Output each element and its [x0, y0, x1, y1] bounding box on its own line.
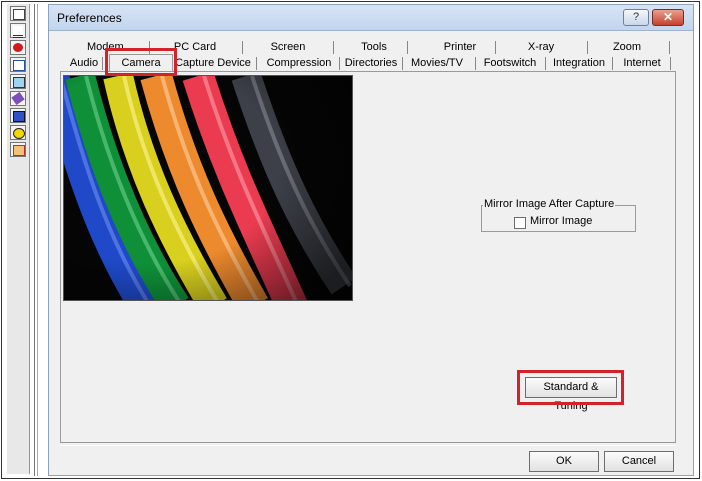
tab-divider: [587, 41, 588, 54]
divider: [34, 4, 35, 476]
tab-internet[interactable]: Internet: [619, 56, 665, 71]
document-icon[interactable]: [10, 57, 26, 72]
camera-preview-image: [63, 75, 353, 301]
tab-zoom[interactable]: Zoom: [600, 40, 654, 55]
tab-movies-tv[interactable]: Movies/TV: [405, 56, 469, 71]
tab-audio[interactable]: Audio: [69, 56, 99, 71]
chart-icon[interactable]: [10, 142, 26, 157]
highlight-standard-tuning: [517, 370, 624, 405]
mirror-image-checkbox[interactable]: [514, 217, 526, 229]
mirror-image-label: Mirror Image: [530, 215, 593, 227]
lips-icon[interactable]: [10, 40, 26, 55]
tab-divider: [475, 57, 476, 70]
radiation-icon[interactable]: [10, 125, 26, 140]
tab-divider: [339, 57, 340, 70]
tab-divider: [545, 57, 546, 70]
tab-divider: [102, 57, 103, 70]
dialog-title: Preferences: [57, 11, 122, 25]
tv-icon[interactable]: [10, 74, 26, 89]
tab-integration[interactable]: Integration: [551, 56, 607, 71]
eraser-icon[interactable]: [10, 91, 26, 106]
divider: [60, 445, 676, 446]
tab-x-ray[interactable]: X-ray: [512, 40, 570, 55]
tab-divider: [670, 57, 671, 70]
tab-divider: [495, 41, 496, 54]
monitor-icon[interactable]: [10, 108, 26, 123]
tab-compression[interactable]: Compression: [261, 56, 337, 71]
teeth-icon[interactable]: [10, 23, 26, 38]
help-button[interactable]: ?: [623, 9, 649, 26]
tab-printer[interactable]: Printer: [430, 40, 490, 55]
tab-screen[interactable]: Screen: [260, 40, 316, 55]
tab-footswitch[interactable]: Footswitch: [477, 56, 543, 71]
cancel-button[interactable]: Cancel: [604, 451, 674, 472]
highlight-camera-tab: [105, 48, 177, 76]
tab-directories[interactable]: Directories: [344, 56, 398, 71]
divider: [37, 4, 38, 476]
tab-divider: [256, 57, 257, 70]
tab-divider: [402, 57, 403, 70]
left-toolbar: [7, 4, 30, 474]
title-bar: Preferences ? ✕: [49, 5, 693, 31]
mail-icon[interactable]: [10, 6, 26, 21]
tab-capture-device[interactable]: Capture Device: [175, 56, 251, 71]
tab-divider: [407, 41, 408, 54]
preferences-dialog: Preferences ? ✕ Modem PC Card Screen Too…: [48, 4, 694, 476]
ok-button[interactable]: OK: [529, 451, 599, 472]
tab-divider: [612, 57, 613, 70]
tab-divider: [242, 41, 243, 54]
close-button[interactable]: ✕: [652, 9, 684, 26]
tab-divider: [669, 41, 670, 54]
tab-divider: [333, 41, 334, 54]
tab-tools[interactable]: Tools: [346, 40, 402, 55]
groupbox-title: Mirror Image After Capture: [483, 198, 616, 210]
